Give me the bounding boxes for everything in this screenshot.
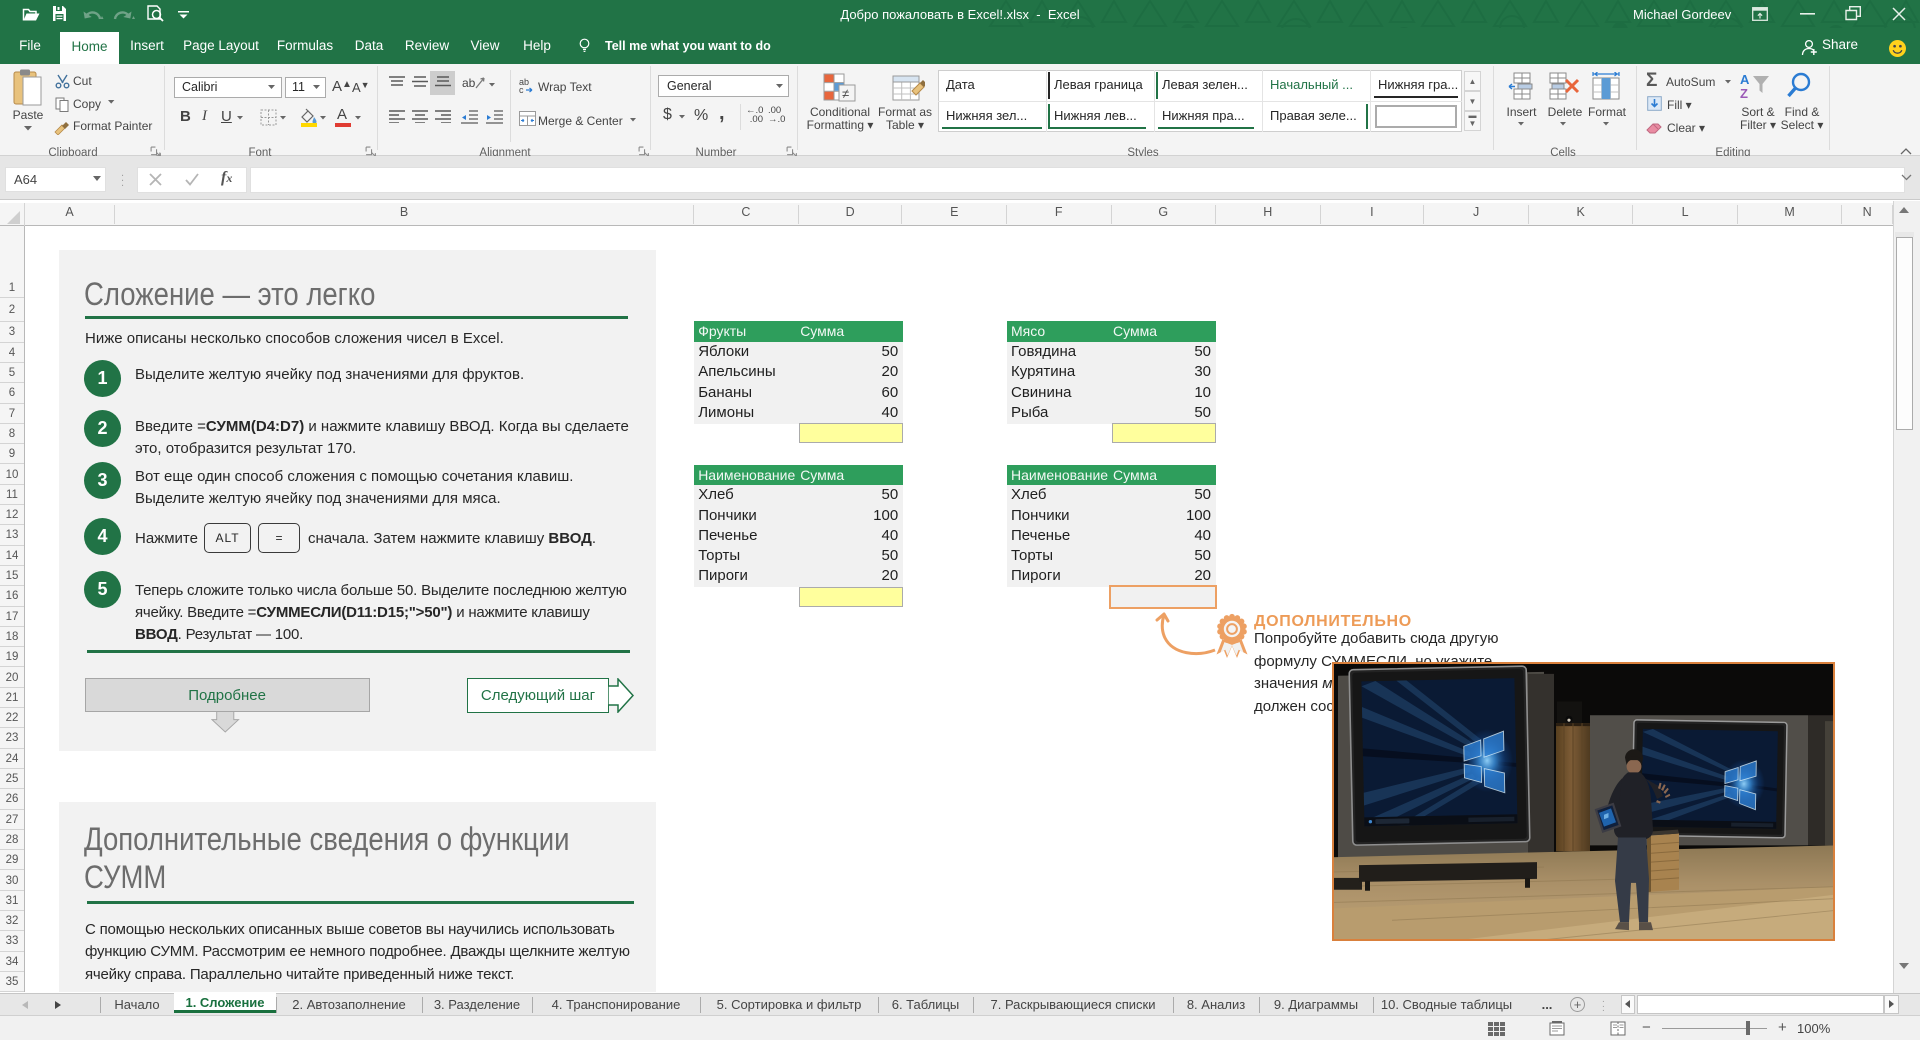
svg-text:A: A [1740, 72, 1750, 87]
svg-text:≠: ≠ [842, 86, 849, 101]
svg-text:Z: Z [1740, 86, 1748, 100]
svg-text:ab: ab [462, 76, 476, 90]
svg-text:c: c [519, 85, 524, 94]
